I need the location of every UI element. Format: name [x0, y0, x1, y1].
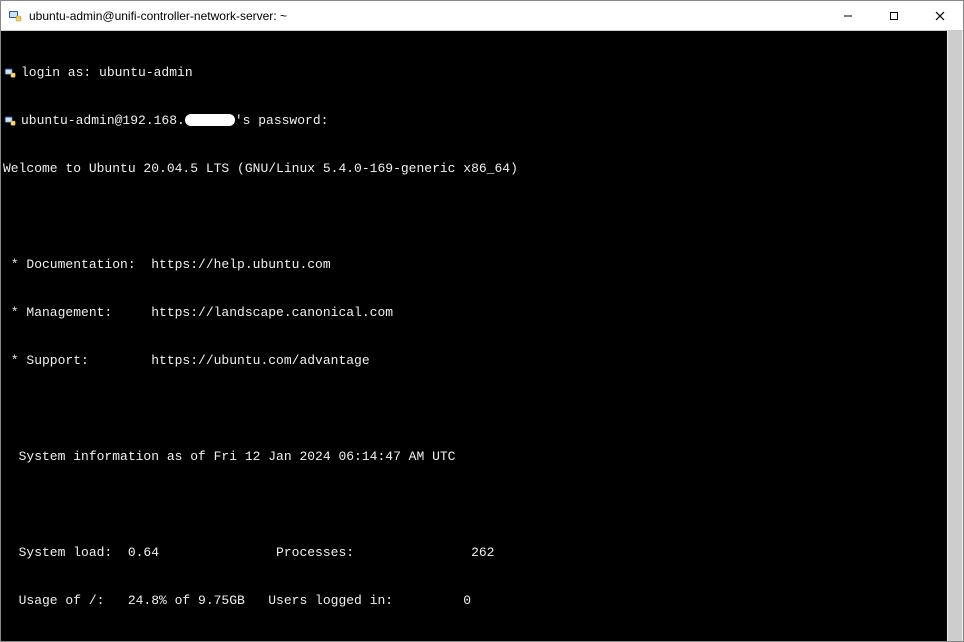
sysinfo-row: System load: 0.64 Processes: 262: [3, 545, 963, 561]
scrollbar-thumb[interactable]: [948, 31, 962, 641]
putty-line-icon: [3, 114, 17, 128]
blank-line: [3, 497, 963, 513]
close-button[interactable]: [917, 1, 963, 30]
window-controls: [825, 1, 963, 30]
putty-app-icon: [7, 8, 23, 24]
terminal-area[interactable]: login as: ubuntu-admin ubuntu-admin@192.…: [1, 31, 963, 641]
blank-line: [3, 401, 963, 417]
login-username: ubuntu-admin: [99, 65, 193, 81]
putty-line-icon: [3, 66, 17, 80]
titlebar[interactable]: ubuntu-admin@unifi-controller-network-se…: [1, 1, 963, 31]
login-prompt-line: login as: ubuntu-admin: [3, 65, 963, 81]
window-frame: ubuntu-admin@unifi-controller-network-se…: [0, 0, 964, 642]
blank-line: [3, 209, 963, 225]
password-prompt-line: ubuntu-admin@192.168. 's password:: [3, 113, 963, 129]
maximize-button[interactable]: [871, 1, 917, 30]
sysinfo-header: System information as of Fri 12 Jan 2024…: [3, 449, 963, 465]
minimize-button[interactable]: [825, 1, 871, 30]
motd-support: * Support: https://ubuntu.com/advantage: [3, 353, 963, 369]
redacted-ip: [185, 114, 235, 126]
ssh-host-prefix: ubuntu-admin@192.168.: [21, 113, 185, 129]
scrollbar[interactable]: [947, 31, 963, 641]
login-as-label: login as:: [21, 65, 99, 81]
window-title: ubuntu-admin@unifi-controller-network-se…: [29, 9, 825, 23]
motd-doc: * Documentation: https://help.ubuntu.com: [3, 257, 963, 273]
ssh-host-suffix: 's password:: [235, 113, 329, 129]
motd-welcome: Welcome to Ubuntu 20.04.5 LTS (GNU/Linux…: [3, 161, 963, 177]
sysinfo-row: Usage of /: 24.8% of 9.75GB Users logged…: [3, 593, 963, 609]
motd-mgmt: * Management: https://landscape.canonica…: [3, 305, 963, 321]
